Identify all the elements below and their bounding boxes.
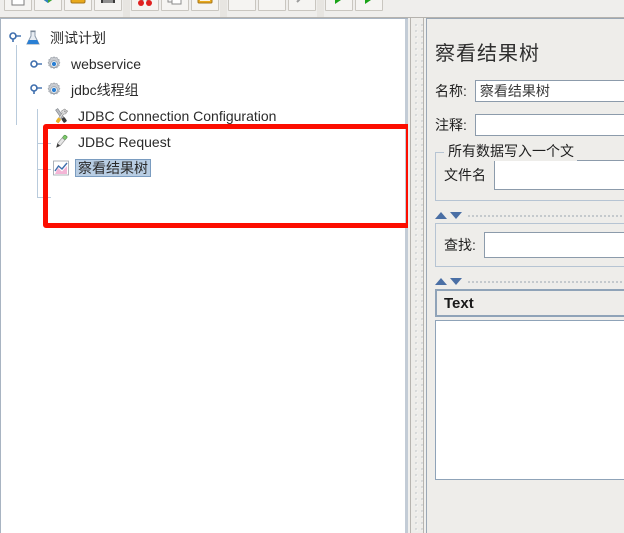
listener-chart-icon [51,158,71,178]
config-element-tools-icon [51,106,71,126]
expand-icon [233,0,251,7]
templates-button[interactable] [34,0,62,11]
start-button[interactable] [325,0,353,11]
cut-icon [138,0,152,6]
chevron-down-icon[interactable] [450,277,462,285]
strip-dotted-line [467,279,624,283]
save-button[interactable] [94,0,122,11]
tree-node-jdbc-request[interactable]: JDBC Request [1,129,406,155]
expand-button[interactable] [228,0,256,11]
main-toolbar [0,0,624,18]
search-row: 查找: [444,232,624,258]
sampler-pencil-icon [51,132,71,152]
tree-node-label: 测试计划 [50,30,106,46]
start-no-pauses-icon [365,0,371,4]
toggle-icon [296,0,300,3]
copy-icon [167,0,182,4]
tree-node-test-plan[interactable]: 测试计划 [1,25,406,51]
search-input[interactable] [483,232,624,258]
templates-icon [44,0,52,3]
new-button[interactable] [4,0,32,11]
name-label: 名称: [435,83,467,99]
name-row: 名称: 察看结果树 [435,80,624,102]
toolbar-separator-3 [317,0,324,17]
filename-label: 文件名 [444,167,486,183]
cut-button[interactable] [131,0,159,11]
chevron-up-icon[interactable] [435,277,447,285]
test-plan-tree-panel: 测试计划 webservice jdbc线程组 JDBC Connection … [0,18,408,533]
tree-node-jdbc-thread-group[interactable]: jdbc线程组 [1,77,406,103]
view-results-tree-config-panel: 察看结果树 名称: 察看结果树 注释: 所有数据写入一个文 文件名 查找: Te… [426,18,624,533]
page-title: 察看结果树 [435,43,540,65]
result-text-area[interactable] [435,320,624,480]
toolbar-separator-2 [220,0,227,17]
jmeter-window: 测试计划 webservice jdbc线程组 JDBC Connection … [0,0,624,533]
tree-node-label: JDBC Connection Configuration [78,108,277,124]
write-all-data-group: 所有数据写入一个文 文件名 [435,141,624,201]
write-all-data-legend: 所有数据写入一个文 [445,141,577,161]
thread-group-gear-icon [44,80,64,100]
paste-button[interactable] [191,0,219,11]
toolbar-group-edit [130,0,220,17]
tree-node-label: jdbc线程组 [71,82,139,98]
comment-label: 注释: [435,117,467,133]
save-icon [101,0,115,3]
test-plan-tree: 测试计划 webservice jdbc线程组 JDBC Connection … [1,19,406,198]
config-panel-content: 察看结果树 名称: 察看结果树 注释: 所有数据写入一个文 文件名 查找: Te… [435,19,624,480]
split-pane-divider[interactable] [410,18,424,533]
toolbar-group-run [324,0,384,17]
test-plan-flask-icon [23,28,43,48]
divider-grip [413,22,423,533]
strip-dotted-line [467,213,624,217]
start-no-pauses-button[interactable] [355,0,383,11]
tree-node-label: 察看结果树 [75,159,151,177]
expand-handle-icon[interactable] [9,31,23,45]
results-collapse-strip[interactable] [435,275,624,287]
toolbar-group-tree [227,0,317,17]
tree-node-view-results-tree[interactable]: 察看结果树 [1,155,406,181]
name-input[interactable]: 察看结果树 [474,80,624,102]
copy-button[interactable] [161,0,189,11]
paste-icon [197,0,213,3]
open-folder-icon [70,0,86,3]
tree-line-stub-3 [37,197,51,198]
toggle-button[interactable] [288,0,316,11]
toolbar-separator-1 [123,0,130,17]
search-label: 查找: [444,237,476,253]
comment-row: 注释: [435,114,624,136]
collapse-icon [263,0,281,7]
new-file-icon [11,0,25,5]
search-collapse-strip[interactable] [435,209,624,221]
open-button[interactable] [64,0,92,11]
chevron-down-icon[interactable] [450,211,462,219]
toolbar-group-file [3,0,123,17]
start-play-icon [335,0,341,4]
expand-handle-icon[interactable] [30,83,44,97]
collapse-button[interactable] [258,0,286,11]
search-section: 查找: [435,223,624,267]
collapse-handle-icon[interactable] [30,57,44,71]
filename-row: 文件名 [444,160,624,190]
thread-group-gear-icon [44,54,64,74]
tree-node-webservice[interactable]: webservice [1,51,406,77]
renderer-select[interactable]: Text [435,289,624,317]
filename-input[interactable] [494,160,624,190]
tree-node-label: JDBC Request [78,134,171,150]
tree-node-jdbc-connection-configuration[interactable]: JDBC Connection Configuration [1,103,406,129]
tree-node-label: webservice [71,56,142,72]
comment-input[interactable] [474,114,624,136]
chevron-up-icon[interactable] [435,211,447,219]
